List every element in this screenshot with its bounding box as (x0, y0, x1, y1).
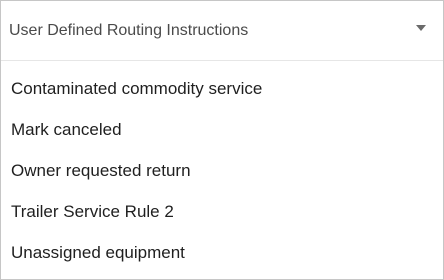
option-trailer-service-rule-2[interactable]: Trailer Service Rule 2 (1, 192, 443, 233)
dropdown-options-list: Contaminated commodity service Mark canc… (1, 69, 443, 274)
routing-instructions-dropdown: User Defined Routing Instructions Contam… (0, 0, 444, 280)
option-label: Mark canceled (11, 120, 122, 139)
chevron-down-icon[interactable] (416, 25, 426, 31)
dropdown-label: User Defined Routing Instructions (9, 22, 249, 39)
option-label: Contaminated commodity service (11, 79, 263, 98)
option-mark-canceled[interactable]: Mark canceled (1, 110, 443, 151)
option-owner-requested-return[interactable]: Owner requested return (1, 151, 443, 192)
option-label: Trailer Service Rule 2 (11, 202, 174, 221)
option-unassigned-equipment[interactable]: Unassigned equipment (1, 233, 443, 274)
option-contaminated-commodity-service[interactable]: Contaminated commodity service (1, 69, 443, 110)
option-label: Owner requested return (11, 161, 191, 180)
dropdown-header[interactable]: User Defined Routing Instructions (1, 1, 443, 61)
option-label: Unassigned equipment (11, 243, 185, 262)
